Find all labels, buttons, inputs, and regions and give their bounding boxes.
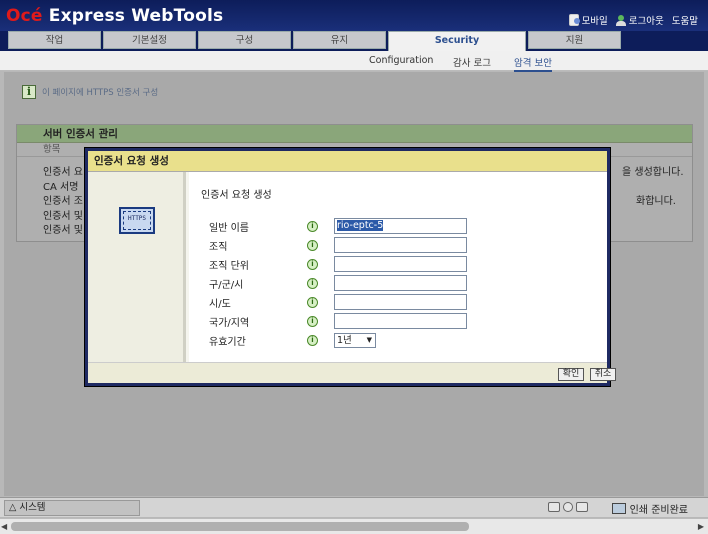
tab-security[interactable]: Security [388,31,526,51]
mobile-link[interactable]: 모바일 [568,13,608,27]
clock-icon [563,502,573,512]
panel-title: 서버 인증서 관리 [17,125,692,143]
print-status: 인쇄 준비완료 [611,501,688,516]
panel-row[interactable]: 인증서 및 [43,221,83,236]
panel-row[interactable]: 인증서 요 [43,163,83,178]
printer-icon [611,503,626,514]
subnav-audit-log[interactable]: 감사 로그 [453,55,491,69]
help-icon[interactable]: i [307,296,318,308]
tab-maintenance[interactable]: 유지 [293,31,386,49]
subnav-configuration[interactable]: Configuration [369,55,433,66]
country-input[interactable] [334,313,467,329]
print-status-text: 인쇄 준비완료 [629,505,688,516]
field-validity: 유효기간 i 1년 ▼ [209,332,599,348]
scroll-left-arrow-icon[interactable]: ◀ [1,522,7,531]
field-label: 구/군/시 [209,279,244,291]
subnav-strict-security[interactable]: 암격 보안 [514,55,552,72]
field-org-unit: 조직 단위 i [209,256,599,272]
help-link[interactable]: 도움말 [672,13,698,27]
field-label: 조직 단위 [209,260,249,272]
org-unit-input[interactable] [334,256,467,272]
network-icon [576,502,588,512]
common-name-input[interactable]: rio-eptc-5 [334,218,467,234]
organization-input[interactable] [334,237,467,253]
field-state: 시/도 i [209,294,599,310]
field-label: 유효기간 [209,336,246,348]
dialog-heading: 인증서 요청 생성 [201,190,272,201]
panel-row[interactable]: 인증서 조 [43,192,83,207]
field-label: 조직 [209,241,228,253]
status-bar: △ 시스템 인쇄 준비완료 [0,497,708,517]
horizontal-scrollbar[interactable]: ◀ ▶ [0,518,708,534]
tray-icon [548,502,560,512]
panel-row[interactable]: 인증서 및 [43,207,83,222]
field-label: 국가/지역 [209,317,250,329]
help-icon[interactable]: i [307,258,318,270]
cert-request-dialog: 인증서 요청 생성 HTTPS 인증서 요청 생성 일반 이름 i rio-ep… [85,148,616,386]
system-tab[interactable]: △ 시스템 [4,500,140,516]
mobile-label: 모바일 [581,16,608,27]
city-input[interactable] [334,275,467,291]
tab-preferences[interactable]: 기본설정 [103,31,196,49]
scroll-thumb[interactable] [11,522,469,531]
dialog-sidebar: HTTPS [88,172,186,362]
panel-row-tail: 화합니다. [636,196,676,207]
help-icon[interactable]: i [307,239,318,251]
field-organization: 조직 i [209,237,599,253]
field-common-name: 일반 이름 i rio-eptc-5 [209,218,599,234]
panel-row[interactable]: CA 서명 [43,178,78,193]
help-icon[interactable]: i [307,315,318,327]
user-icon [615,14,626,26]
help-label: 도움말 [671,16,698,27]
app-header: Océ Express WebTools 모바일 로그아웃 도움말 [0,0,708,31]
info-icon: i [22,85,36,99]
tab-configuration[interactable]: 구성 [198,31,291,49]
state-input[interactable] [334,294,467,310]
logout-label: 로그아웃 [628,16,664,27]
field-label: 일반 이름 [209,222,249,234]
cancel-button[interactable]: 취소 [590,368,616,381]
field-label: 시/도 [209,298,231,310]
sub-navigation: Configuration 감사 로그 암격 보안 [0,51,708,72]
info-text: 이 페이지에 HTTPS 인증서 구성 [42,88,159,98]
dialog-title: 인증서 요청 생성 [88,151,607,172]
field-city: 구/군/시 i [209,275,599,291]
mobile-icon [568,14,580,26]
tab-jobs[interactable]: 작업 [8,31,101,49]
dialog-body: 인증서 요청 생성 일반 이름 i rio-eptc-5 조직 i 조직 단위 … [189,172,607,362]
dialog-footer: 확인 취소 [88,362,616,383]
panel-row-tail: 을 생성합니다. [622,167,684,178]
app-logo: Océ Express WebTools [6,6,224,26]
info-line: i 이 페이지에 HTTPS 인증서 구성 [22,85,158,99]
validity-select[interactable]: 1년 ▼ [334,332,376,348]
certificate-icon: HTTPS [119,207,155,234]
top-links: 모바일 로그아웃 도움말 [568,13,698,27]
main-tabs: 작업 기본설정 구성 유지 Security 지원 [0,31,708,51]
status-icons [548,502,588,512]
help-icon[interactable]: i [307,220,318,232]
ok-button[interactable]: 확인 [558,368,584,381]
help-icon[interactable]: i [307,277,318,289]
logout-link[interactable]: 로그아웃 [615,13,664,27]
tab-support[interactable]: 지원 [528,31,621,49]
field-country: 국가/지역 i [209,313,599,329]
help-icon[interactable]: i [307,334,318,346]
scroll-right-arrow-icon[interactable]: ▶ [698,522,704,531]
chevron-down-icon: ▼ [366,335,372,344]
